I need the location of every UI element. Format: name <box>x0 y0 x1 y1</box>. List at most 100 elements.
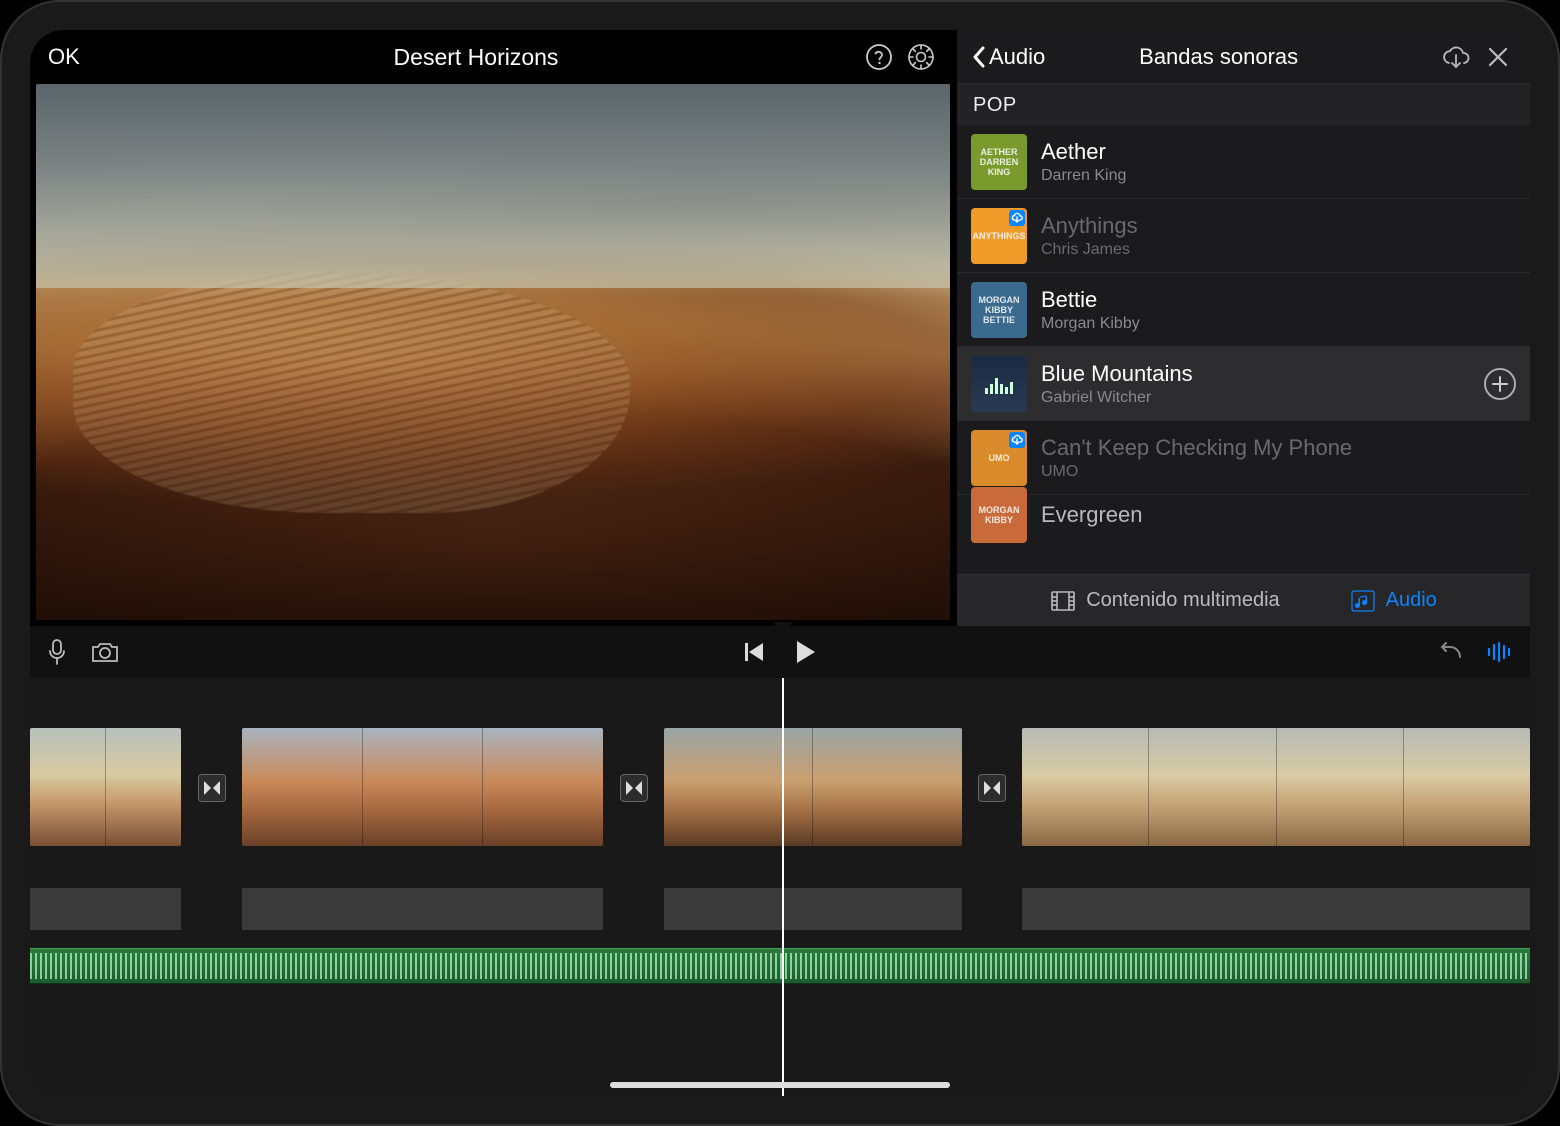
play-icon <box>795 639 817 665</box>
camera-button[interactable] <box>90 638 120 666</box>
tab-media[interactable]: Contenido multimedia <box>1050 588 1279 614</box>
top-section: OK Desert Horizons <box>30 30 1530 626</box>
clip-footer <box>30 888 181 930</box>
plus-icon <box>1491 375 1509 393</box>
close-panel-button[interactable] <box>1480 46 1516 68</box>
rewind-button[interactable] <box>743 641 765 663</box>
clip-thumbnail <box>1022 728 1148 846</box>
clip-thumbnail <box>30 728 105 846</box>
track-row[interactable]: AETHER DARREN KING Aether Darren King <box>957 125 1530 199</box>
help-button[interactable] <box>862 40 896 74</box>
transition-button[interactable] <box>620 774 648 802</box>
album-art <box>971 356 1027 412</box>
clip-thumbnail <box>242 728 362 846</box>
track-row[interactable]: MORGAN KIBBYEvergreen <box>957 495 1530 535</box>
cloud-badge-icon <box>1009 432 1025 448</box>
track-title: Blue Mountains <box>1041 361 1484 387</box>
download-all-button[interactable] <box>1438 45 1474 69</box>
track-title: Evergreen <box>1041 502 1516 528</box>
play-button[interactable] <box>795 639 817 665</box>
cloud-download-icon <box>1441 45 1471 69</box>
track-artist: Chris James <box>1041 241 1516 259</box>
clip-thumbnail <box>105 728 181 846</box>
audio-panel: Audio Bandas sonoras POP <box>956 30 1530 626</box>
audio-track[interactable] <box>30 948 1530 984</box>
settings-button[interactable] <box>904 40 938 74</box>
audio-panel-header: Audio Bandas sonoras <box>957 30 1530 84</box>
camera-icon <box>90 640 120 664</box>
track-list[interactable]: AETHER DARREN KING Aether Darren King ANYTH… <box>957 125 1530 574</box>
app-screen: OK Desert Horizons <box>30 30 1530 1096</box>
transition-button[interactable] <box>198 774 226 802</box>
track-title: Can't Keep Checking My Phone <box>1041 435 1516 461</box>
track-artist: UMO <box>1041 463 1516 481</box>
clip[interactable] <box>242 728 603 888</box>
track-artist: Morgan Kibby <box>1041 315 1516 333</box>
track-text: Blue Mountains Gabriel Witcher <box>1041 361 1484 407</box>
home-indicator[interactable] <box>610 1082 950 1088</box>
ipad-frame: OK Desert Horizons <box>0 0 1560 1126</box>
album-art: MORGAN KIBBY <box>971 487 1027 543</box>
track-text: Anythings Chris James <box>1041 213 1516 259</box>
preview-frame-image <box>36 84 950 620</box>
video-track[interactable] <box>30 728 1530 888</box>
clip[interactable] <box>1022 728 1530 888</box>
track-text: Aether Darren King <box>1041 139 1516 185</box>
playhead[interactable] <box>782 678 784 1096</box>
album-art: AETHER DARREN KING <box>971 134 1027 190</box>
track-row[interactable]: ANYTHINGS Anythings Chris James <box>957 199 1530 273</box>
help-icon <box>865 43 893 71</box>
track-text: Evergreen <box>1041 502 1516 528</box>
transition-button[interactable] <box>978 774 1006 802</box>
clip-thumbnail <box>664 728 812 846</box>
preview-area: OK Desert Horizons <box>30 30 956 626</box>
undo-button[interactable] <box>1436 641 1464 663</box>
close-icon <box>1487 46 1509 68</box>
track-text: Can't Keep Checking My Phone UMO <box>1041 435 1516 481</box>
clip-thumbnail <box>482 728 603 846</box>
cloud-badge-icon <box>1009 210 1025 226</box>
clip[interactable] <box>30 728 181 888</box>
chevron-left-icon <box>971 45 987 69</box>
track-title: Bettie <box>1041 287 1516 313</box>
undo-icon <box>1436 641 1464 663</box>
album-art: ANYTHINGS <box>971 208 1027 264</box>
clip-gap <box>962 728 1023 888</box>
add-track-button[interactable] <box>1484 368 1516 400</box>
track-title: Anythings <box>1041 213 1516 239</box>
project-title: Desert Horizons <box>98 44 854 71</box>
clip-thumbnail <box>362 728 483 846</box>
waveform-button[interactable] <box>1486 641 1514 663</box>
waveform-icon <box>1486 641 1514 663</box>
clip-thumbnail <box>812 728 961 846</box>
voiceover-button[interactable] <box>46 638 68 666</box>
tab-audio[interactable]: Audio <box>1350 588 1437 614</box>
track-row[interactable]: Blue Mountains Gabriel Witcher <box>957 347 1530 421</box>
gear-icon <box>907 43 935 71</box>
clip-thumbnail <box>1276 728 1403 846</box>
timeline[interactable] <box>30 678 1530 1096</box>
ok-button[interactable]: OK <box>48 44 98 70</box>
transition-icon <box>625 779 643 797</box>
clip-footer <box>242 888 603 930</box>
tab-audio-label: Audio <box>1386 589 1437 612</box>
track-title: Aether <box>1041 139 1516 165</box>
microphone-icon <box>46 638 68 666</box>
skip-back-icon <box>743 641 765 663</box>
panel-tabs: Contenido multimedia Audio <box>957 574 1530 626</box>
transition-icon <box>983 779 1001 797</box>
preview-viewport[interactable] <box>36 84 950 620</box>
track-artist: Darren King <box>1041 167 1516 185</box>
clip[interactable] <box>664 728 962 888</box>
track-artist: Gabriel Witcher <box>1041 389 1484 407</box>
clip-footer <box>1022 888 1530 930</box>
clip-thumbnail <box>1403 728 1530 846</box>
track-row[interactable]: UMOCan't Keep Checking My Phone UMO <box>957 421 1530 495</box>
transition-icon <box>203 779 221 797</box>
music-note-icon <box>1350 588 1376 614</box>
section-header: POP <box>957 84 1530 125</box>
panel-title: Bandas sonoras <box>1005 44 1432 70</box>
tab-media-label: Contenido multimedia <box>1086 589 1279 612</box>
track-row[interactable]: MORGAN KIBBY BETTIEBettieMorgan Kibby <box>957 273 1530 347</box>
filmstrip-icon <box>1050 588 1076 614</box>
